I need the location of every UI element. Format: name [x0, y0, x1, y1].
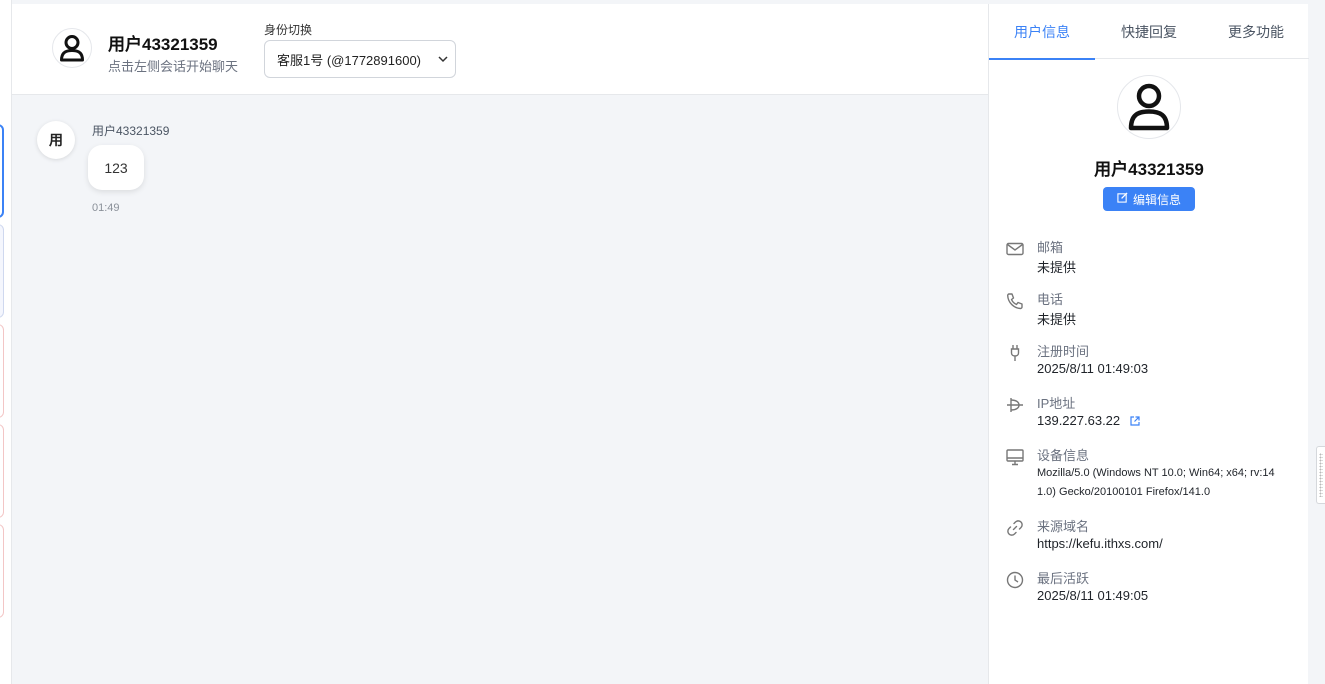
mail-icon: [1005, 239, 1025, 259]
message-avatar: 用: [37, 121, 75, 159]
external-link-icon[interactable]: [1130, 414, 1140, 429]
profile-avatar-icon: [1117, 75, 1181, 139]
panel-tabs: 用户信息 快捷回复 更多功能: [989, 4, 1309, 60]
info-value: 2025/8/11 01:49:05: [1037, 588, 1149, 603]
tab-more-features[interactable]: 更多功能: [1203, 4, 1309, 59]
grip-icon: [1319, 453, 1323, 497]
plug-icon: [1005, 343, 1025, 363]
phone-icon: [1005, 291, 1025, 311]
info-value: 未提供: [1037, 312, 1077, 327]
tab-quick-reply[interactable]: 快捷回复: [1096, 4, 1202, 59]
message-list[interactable]: 用 用户43321359 123 01:49: [12, 95, 988, 684]
info-label: 电话: [1037, 292, 1064, 307]
info-label: 设备信息: [1037, 448, 1090, 463]
chevron-down-icon: [437, 53, 449, 68]
user-info-panel: 用户信息 快捷回复 更多功能 用户43321359 编辑信息 邮箱 未提供 电话…: [988, 4, 1309, 684]
ip-address: 139.227.63.22: [1037, 413, 1121, 428]
clock-icon: [1005, 570, 1025, 590]
session-card[interactable]: [0, 424, 4, 518]
info-value: https://kefu.ithxs.com/: [1037, 536, 1163, 551]
session-card[interactable]: [0, 324, 4, 418]
network-icon: [1005, 395, 1025, 415]
info-label: IP地址: [1037, 396, 1076, 411]
identity-selected-value: 客服1号 (@1772891600): [277, 52, 421, 68]
session-card[interactable]: [0, 224, 4, 318]
info-label: 邮箱: [1037, 240, 1064, 255]
profile-name: 用户43321359: [1094, 160, 1204, 179]
info-label: 来源域名: [1037, 519, 1090, 534]
session-list-strip: [0, 0, 12, 684]
tab-user-info[interactable]: 用户信息: [989, 4, 1095, 60]
edit-icon: [1117, 192, 1128, 206]
edit-info-button[interactable]: 编辑信息: [1103, 187, 1195, 211]
monitor-icon: [1005, 447, 1025, 467]
user-avatar-icon: [52, 28, 92, 68]
session-card-active[interactable]: [0, 124, 4, 218]
info-value: 139.227.63.22: [1037, 413, 1140, 429]
info-value: Mozilla/5.0 (Windows NT 10.0; Win64; x64…: [1037, 467, 1275, 498]
info-value: 未提供: [1037, 260, 1077, 275]
side-drag-handle[interactable]: [1316, 446, 1325, 504]
info-value: 2025/8/11 01:49:03: [1037, 361, 1149, 376]
message-bubble: 123: [88, 145, 144, 190]
message-time: 01:49: [92, 202, 120, 214]
identity-switch-label: 身份切换: [264, 23, 313, 37]
session-card[interactable]: [0, 524, 4, 618]
message-sender: 用户43321359: [92, 124, 170, 138]
chat-subtitle: 点击左侧会话开始聊天: [108, 59, 239, 74]
info-label: 注册时间: [1037, 344, 1090, 359]
chat-user-name: 用户43321359: [108, 35, 218, 54]
identity-select[interactable]: 客服1号 (@1772891600): [264, 40, 456, 78]
info-label: 最后活跃: [1037, 571, 1090, 586]
chat-header: 用户43321359 点击左侧会话开始聊天 身份切换 客服1号 (@177289…: [12, 4, 988, 95]
link-icon: [1005, 518, 1025, 538]
edit-info-label: 编辑信息: [1132, 192, 1181, 207]
